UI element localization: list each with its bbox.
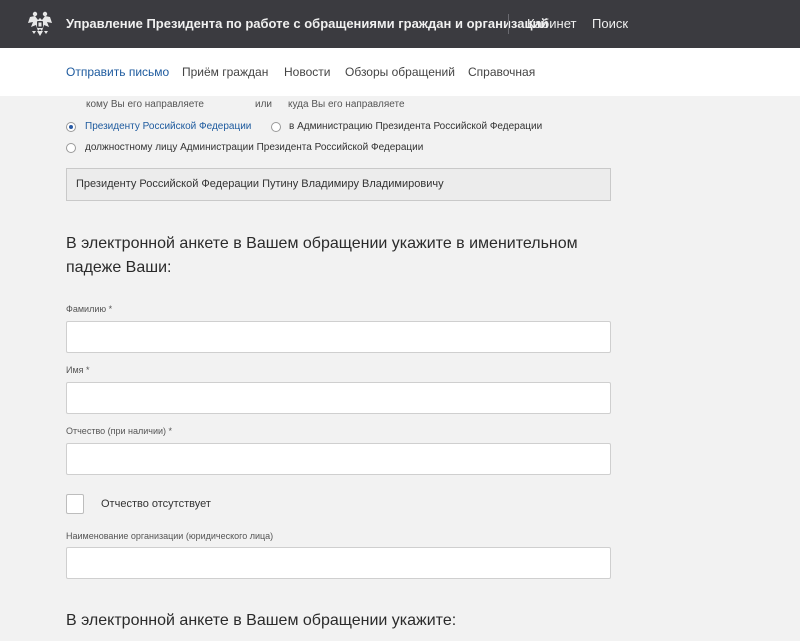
- surname-label: Фамилию *: [66, 304, 113, 314]
- nav-item-news[interactable]: Новости: [284, 65, 330, 79]
- radio-administration[interactable]: [271, 122, 281, 132]
- search-link[interactable]: Поиск: [592, 16, 628, 31]
- nav-item-reference[interactable]: Справочная: [468, 65, 535, 79]
- cabinet-link[interactable]: Кабинет: [527, 16, 576, 31]
- nav-item-reviews[interactable]: Обзоры обращений: [345, 65, 455, 79]
- recipient-display: Президенту Российской Федерации Путину В…: [66, 168, 611, 201]
- no-patronymic-label[interactable]: Отчество отсутствует: [101, 498, 211, 510]
- patronymic-field[interactable]: [66, 443, 611, 475]
- surname-field[interactable]: [66, 321, 611, 353]
- whom-hint: кому Вы его направляете: [86, 99, 204, 110]
- organization-label: Наименование организации (юридического л…: [66, 531, 274, 541]
- where-hint: куда Вы его направляете: [288, 99, 405, 110]
- section-heading-contacts: В электронной анкете в Вашем обращении у…: [66, 612, 457, 629]
- header-divider: [508, 14, 509, 34]
- name-field[interactable]: [66, 382, 611, 414]
- double-headed-eagle-icon[interactable]: [26, 9, 54, 39]
- top-header: Управление Президента по работе с обраще…: [0, 0, 800, 48]
- radio-administration-label[interactable]: в Администрацию Президента Российской Фе…: [289, 121, 542, 132]
- organization-field[interactable]: [66, 547, 611, 579]
- name-label: Имя *: [66, 365, 90, 375]
- radio-official[interactable]: [66, 143, 76, 153]
- patronymic-label: Отчество (при наличии) *: [66, 426, 173, 436]
- or-word: или: [255, 99, 273, 110]
- nav-item-reception[interactable]: Приём граждан: [182, 65, 268, 79]
- radio-official-label[interactable]: должностному лицу Администрации Президен…: [85, 142, 423, 153]
- radio-president[interactable]: [66, 122, 76, 132]
- no-patronymic-checkbox[interactable]: [66, 494, 84, 514]
- radio-president-label[interactable]: Президенту Российской Федерации: [85, 121, 251, 132]
- nav-item-send-letter[interactable]: Отправить письмо: [66, 65, 169, 79]
- main-nav: Отправить письмо Приём граждан Новости О…: [0, 48, 800, 96]
- agency-title[interactable]: Управление Президента по работе с обраще…: [66, 16, 548, 31]
- section-heading-name: В электронной анкете в Вашем обращении у…: [66, 235, 578, 276]
